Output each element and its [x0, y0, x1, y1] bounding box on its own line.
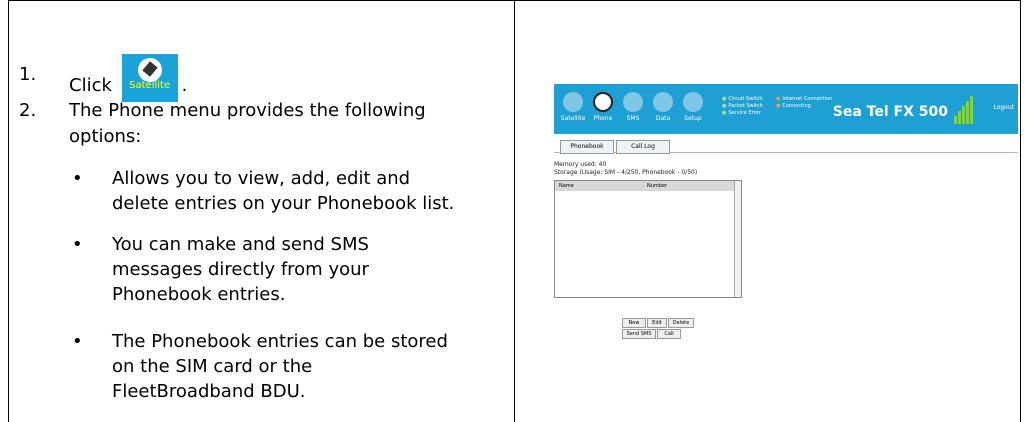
tab-call-log[interactable]: Call Log	[616, 140, 670, 154]
sms-icon	[623, 92, 643, 112]
table-middle-border	[514, 0, 515, 422]
satellite-button[interactable]: Satellite	[121, 54, 178, 102]
storage-info: Storage (Usage: SIM - 4/250, Phonebook -…	[554, 169, 698, 176]
bullet-text-line: on the SIM card or the	[112, 356, 313, 377]
status-service-error: Service Error	[722, 110, 760, 116]
table-right-border	[1020, 0, 1021, 422]
nav-label: SMS	[626, 115, 640, 122]
send-sms-button[interactable]: Send SMS	[622, 329, 656, 339]
status-circuit-switch: Circuit Switch	[722, 96, 762, 102]
satellite-icon	[563, 92, 583, 112]
nav-data[interactable]: Data	[650, 92, 676, 122]
bullet-text-line: FleetBroadband BDU.	[112, 381, 306, 402]
step-text-line: options:	[69, 126, 142, 147]
app-header: Satellite Phone SMS Data Setup Circuit S…	[554, 84, 1018, 134]
delete-button[interactable]: Delete	[668, 318, 694, 328]
bullet-text-line: messages directly from your	[112, 259, 369, 280]
step-text: Click	[69, 75, 112, 96]
setup-icon	[683, 92, 703, 112]
tab-phonebook[interactable]: Phonebook	[560, 140, 614, 154]
table-left-border	[8, 0, 9, 422]
step-number: 1.	[19, 64, 37, 85]
logout-link[interactable]: Logout	[993, 104, 1014, 111]
status-connecting: Connecting	[776, 103, 810, 109]
nav-label: Data	[655, 115, 671, 122]
phone-icon	[593, 92, 613, 112]
new-button[interactable]: New	[622, 318, 646, 328]
bullet-icon: •	[72, 168, 83, 189]
nav-setup[interactable]: Setup	[680, 92, 706, 122]
nav-label: Setup	[684, 115, 702, 122]
edit-button[interactable]: Edit	[647, 318, 667, 328]
phonebook-table: Name Number	[554, 180, 742, 298]
bullet-text-line: The Phonebook entries can be stored	[112, 331, 448, 352]
phone-menu-screenshot: Satellite Phone SMS Data Setup Circuit S…	[554, 84, 1018, 354]
tab-bar: Phonebook Call Log	[554, 136, 1018, 154]
bullet-icon: •	[72, 234, 83, 255]
column-header-number[interactable]: Number	[647, 181, 667, 191]
memory-info: Memory used: 40	[554, 161, 607, 168]
satellite-button-label: Satellite	[129, 80, 171, 91]
status-packet-switch: Packet Switch	[722, 103, 762, 109]
bullet-text-line: delete entries on your Phonebook list.	[112, 193, 455, 214]
signal-bars-icon	[954, 96, 974, 124]
nav-sms[interactable]: SMS	[620, 92, 646, 122]
nav-label: Satellite	[560, 115, 586, 122]
nav-phone[interactable]: Phone	[590, 92, 616, 122]
data-icon	[653, 92, 673, 112]
bullet-text-line: Allows you to view, add, edit and	[112, 168, 411, 189]
status-internet-connection: Internet Connection	[776, 96, 832, 102]
table-header: Name Number	[555, 181, 741, 191]
bullet-icon: •	[72, 331, 83, 352]
column-header-name[interactable]: Name	[559, 181, 574, 191]
bullet-text-line: Phonebook entries.	[112, 284, 286, 305]
step-text-line: The Phone menu provides the following	[69, 100, 426, 121]
document-table: 1. Click Satellite . 2. The Phone menu p…	[0, 0, 1029, 422]
step-number: 2.	[19, 100, 37, 121]
call-button[interactable]: Call	[657, 329, 681, 339]
bullet-text-line: You can make and send SMS	[112, 234, 369, 255]
brand-name: Sea Tel FX 500	[832, 104, 948, 120]
nav-label: Phone	[593, 115, 613, 122]
nav-satellite[interactable]: Satellite	[560, 92, 586, 122]
scrollbar[interactable]	[734, 181, 741, 297]
